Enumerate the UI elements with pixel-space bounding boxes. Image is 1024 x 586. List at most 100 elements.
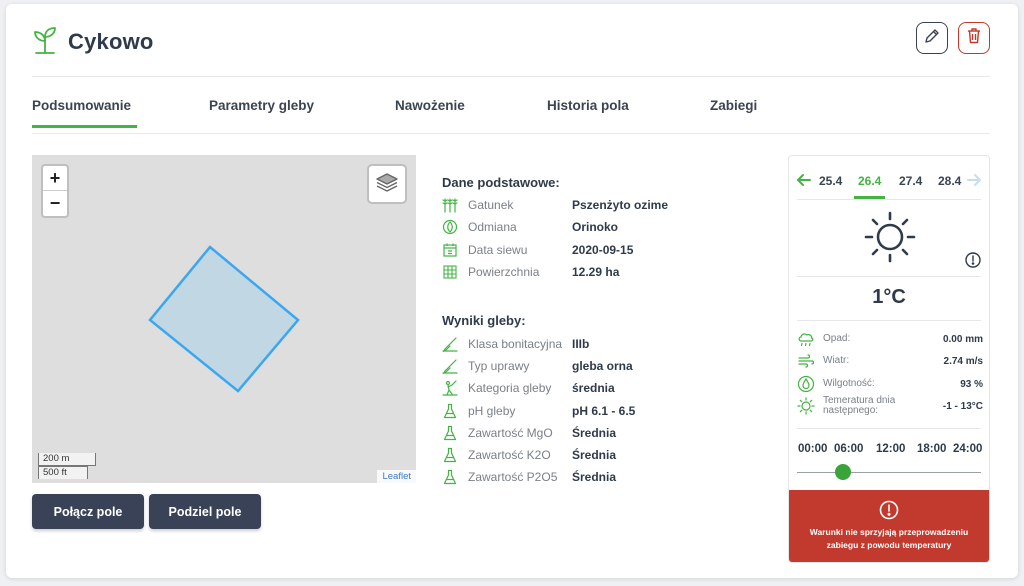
basic-row-data-siewu: Data siewu 2020-09-15 bbox=[442, 241, 633, 259]
split-field-button[interactable]: Podziel pole bbox=[149, 494, 261, 529]
layers-icon bbox=[375, 171, 399, 198]
trash-icon bbox=[966, 27, 982, 49]
day-tab[interactable]: 28.4 bbox=[938, 174, 961, 188]
soil-row-kategoria: Kategoria gleby średnia bbox=[442, 379, 615, 397]
time-label: 06:00 bbox=[834, 443, 864, 455]
delete-button[interactable] bbox=[958, 22, 990, 54]
basic-data-heading: Dane podstawowe: bbox=[442, 175, 560, 190]
area-grid-icon bbox=[442, 264, 458, 280]
soil-value: gleba orna bbox=[572, 359, 633, 373]
arrow-right-icon[interactable] bbox=[966, 172, 982, 193]
soil-label: Zawartość MgO bbox=[468, 426, 553, 440]
field-polygon-layer bbox=[148, 245, 300, 393]
weather-row-opad: Opad: 0.00 mm bbox=[797, 330, 983, 348]
time-label: 00:00 bbox=[798, 443, 828, 455]
day-tab[interactable]: 27.4 bbox=[899, 174, 922, 188]
basic-label: Powierzchnia bbox=[468, 265, 540, 279]
soil-label: Zawartość K2O bbox=[468, 448, 551, 462]
soil-row-p2o5: Zawartość P2O5 Średnia bbox=[442, 468, 616, 486]
soil-label: Typ uprawy bbox=[468, 359, 530, 373]
temperature-value: 1°C bbox=[872, 286, 906, 308]
alert-icon bbox=[879, 500, 899, 525]
field-map[interactable]: + − 200 m 500 ft Leaflet bbox=[32, 155, 416, 483]
soil-value: Średnia bbox=[572, 426, 617, 440]
info-icon[interactable] bbox=[965, 252, 981, 273]
field-header: Cykowo bbox=[32, 22, 154, 62]
weather-value: 0.00 mm bbox=[942, 333, 983, 345]
tab-parametry-gleby[interactable]: Parametry gleby bbox=[209, 98, 314, 113]
weather-label: Opad: bbox=[823, 333, 851, 344]
basic-row-odmiana: Odmiana Orinoko bbox=[442, 218, 618, 236]
weather-row-wilgotnosc: Wilgotność: 93 % bbox=[797, 375, 983, 393]
merge-field-button[interactable]: Połącz pole bbox=[32, 494, 144, 529]
day-selector: 25.4 26.4 27.4 28.4 bbox=[789, 172, 989, 202]
weather-divider bbox=[797, 276, 981, 277]
map-scale: 200 m 500 ft bbox=[38, 453, 96, 479]
day-tab-active[interactable]: 26.4 bbox=[853, 174, 886, 199]
soil-row-mgo: Zawartość MgO Średnia bbox=[442, 424, 616, 442]
droplet-icon bbox=[797, 375, 815, 393]
soil-value: IIIb bbox=[572, 337, 590, 351]
basic-row-gatunek: Gatunek Pszenżyto ozime bbox=[442, 196, 668, 214]
weather-row-wiatr: Wiatr: 2.74 m/s bbox=[797, 352, 983, 370]
soil-label: Zawartość P2O5 bbox=[468, 470, 558, 484]
field-title: Cykowo bbox=[68, 29, 154, 54]
pencil-icon bbox=[924, 28, 940, 49]
basic-value: Orinoko bbox=[572, 220, 619, 234]
soil-results-heading: Wyniki gleby: bbox=[442, 313, 526, 328]
wheat-icon bbox=[442, 197, 458, 213]
basic-value: Pszenżyto ozime bbox=[572, 198, 669, 212]
zoom-out-button[interactable]: − bbox=[43, 191, 67, 216]
tab-bar: Podsumowanie Parametry gleby Nawożenie H… bbox=[32, 90, 990, 134]
zoom-in-button[interactable]: + bbox=[43, 166, 67, 191]
basic-row-powierzchnia: Powierzchnia 12.29 ha bbox=[442, 263, 619, 281]
basic-value: 2020-09-15 bbox=[572, 243, 634, 257]
digging-icon bbox=[442, 380, 458, 396]
weather-divider bbox=[797, 428, 981, 429]
time-slider-track[interactable] bbox=[797, 472, 981, 473]
weather-divider bbox=[797, 199, 981, 200]
weather-panel: 25.4 26.4 27.4 28.4 1°C Opad: 0.00 mm Wi… bbox=[788, 155, 990, 563]
sprout-icon bbox=[32, 25, 58, 60]
soil-value: pH 6.1 - 6.5 bbox=[572, 404, 636, 418]
tab-zabiegi[interactable]: Zabiegi bbox=[710, 98, 757, 113]
tab-historia-pola[interactable]: Historia pola bbox=[547, 98, 629, 113]
tab-podsumowanie[interactable]: Podsumowanie bbox=[32, 98, 138, 128]
header-divider bbox=[32, 76, 990, 77]
basic-label: Odmiana bbox=[468, 220, 517, 234]
tab-nawozenie[interactable]: Nawożenie bbox=[395, 98, 465, 113]
soil-row-ph: pH gleby pH 6.1 - 6.5 bbox=[442, 402, 635, 420]
map-attribution-link[interactable]: Leaflet bbox=[377, 470, 416, 483]
edit-button[interactable] bbox=[916, 22, 948, 54]
rain-cloud-icon bbox=[797, 330, 815, 348]
soil-label: Klasa bonitacyjna bbox=[468, 337, 563, 351]
soil-value: Średnia bbox=[572, 470, 617, 484]
time-slider-handle[interactable] bbox=[835, 464, 851, 480]
time-label: 18:00 bbox=[917, 443, 947, 455]
wind-icon bbox=[797, 352, 815, 370]
arrow-left-icon[interactable] bbox=[796, 172, 812, 193]
soil-value: średnia bbox=[572, 381, 615, 395]
scale-imperial: 500 ft bbox=[38, 466, 88, 479]
basic-value: 12.29 ha bbox=[572, 265, 620, 279]
sun-small-icon bbox=[797, 397, 815, 415]
weather-value: 2.74 m/s bbox=[943, 355, 983, 367]
weather-label: Wiatr: bbox=[823, 355, 850, 366]
basic-label: Data siewu bbox=[468, 243, 528, 257]
time-label: 12:00 bbox=[876, 443, 906, 455]
seed-icon bbox=[442, 219, 458, 235]
scale-metric: 200 m bbox=[38, 453, 96, 466]
time-label: 24:00 bbox=[953, 443, 983, 455]
calendar-icon bbox=[442, 242, 458, 258]
flask-icon bbox=[442, 403, 458, 419]
flask-icon bbox=[442, 447, 458, 463]
soil-row-k2o: Zawartość K2O Średnia bbox=[442, 446, 616, 464]
layers-button[interactable] bbox=[367, 164, 407, 204]
weather-label: Temeratura dnia następnego: bbox=[823, 395, 896, 416]
basic-label: Gatunek bbox=[468, 198, 514, 212]
flask-icon bbox=[442, 469, 458, 485]
alert-message: Warunki nie sprzyjają przeprowadzeniu za… bbox=[809, 527, 969, 550]
field-polygon[interactable] bbox=[148, 245, 300, 393]
shovel-icon bbox=[442, 358, 458, 374]
day-tab[interactable]: 25.4 bbox=[819, 174, 842, 188]
